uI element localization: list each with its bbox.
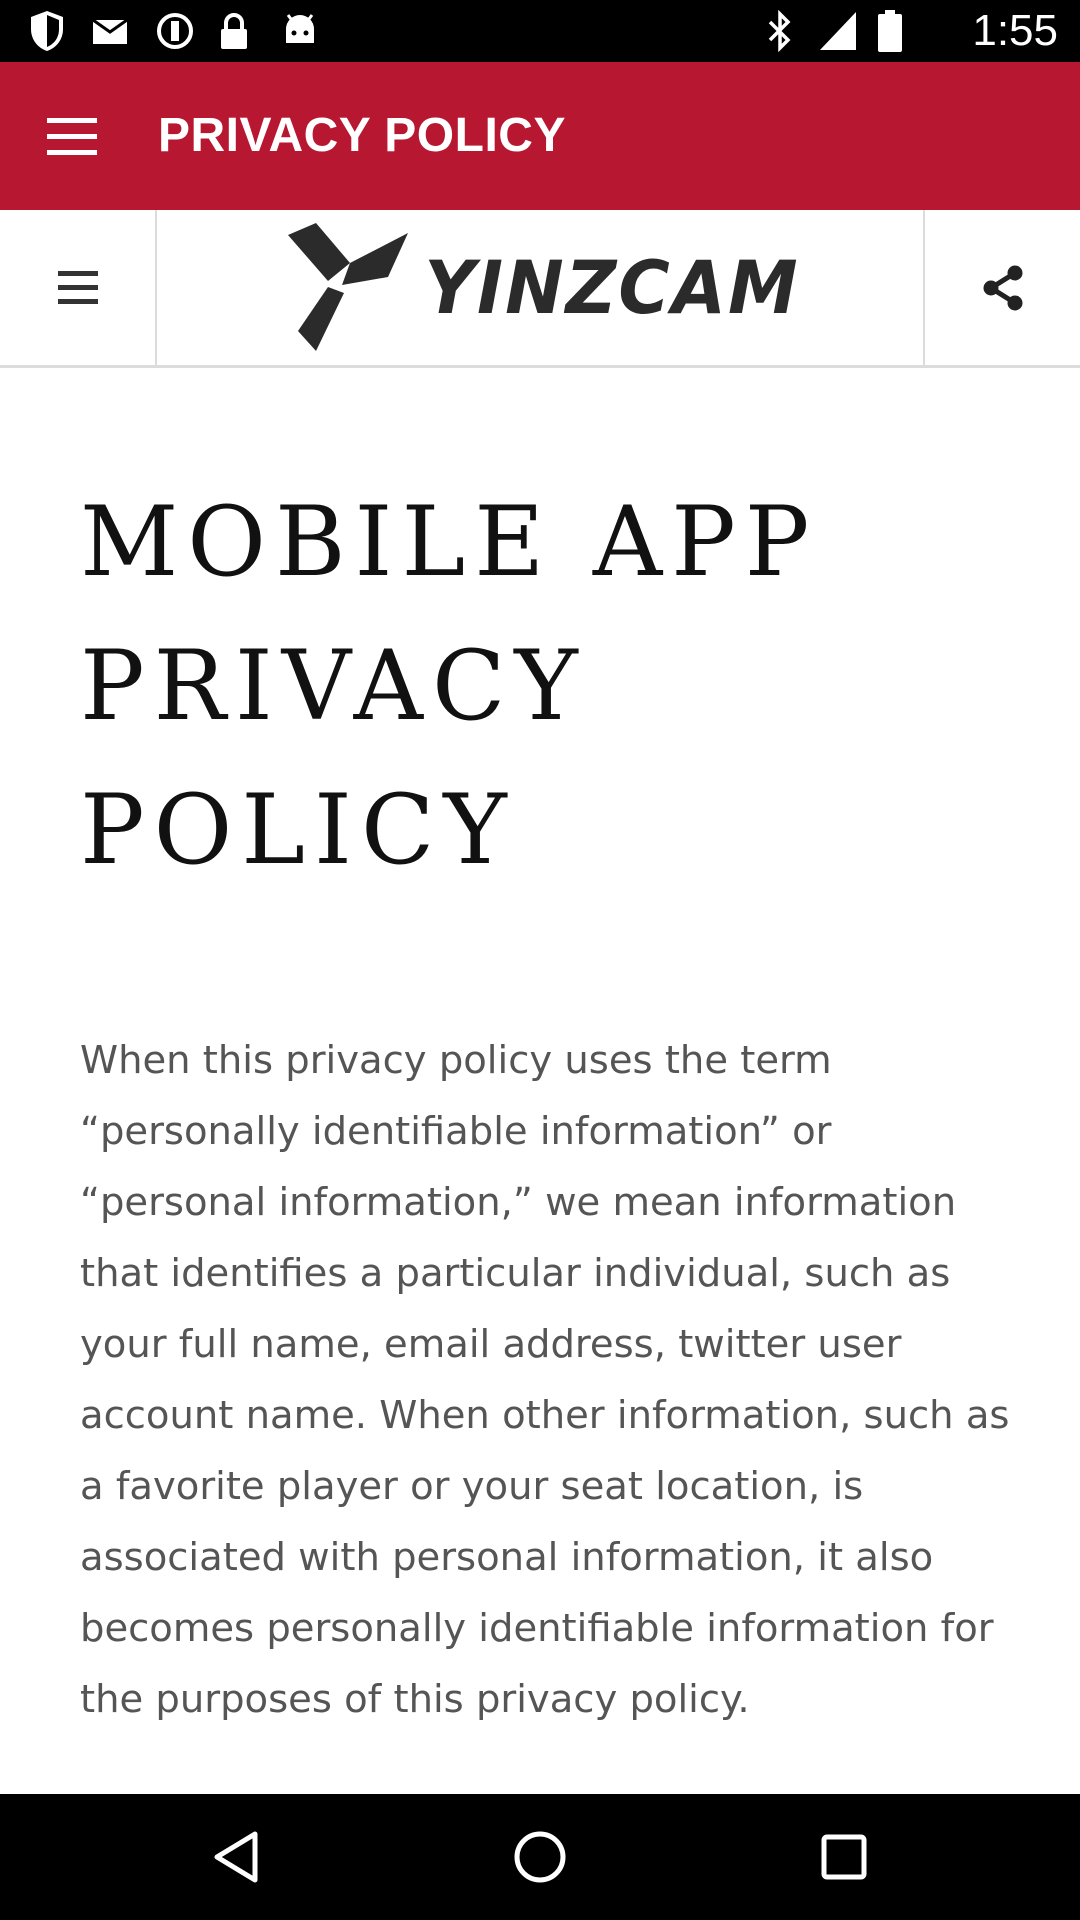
- status-bar: 1:55: [0, 0, 1080, 62]
- drawer-menu-icon[interactable]: [40, 106, 104, 166]
- app-title: PRIVACY POLICY: [158, 109, 566, 162]
- navigation-bar: [0, 1794, 1080, 1920]
- page-title: MOBILE APP PRIVACY POLICY: [80, 486, 819, 886]
- yinzcam-logo-mark-icon: [288, 222, 409, 351]
- bluetooth-icon: [760, 0, 800, 62]
- lock-icon: [212, 0, 256, 62]
- yinzcam-logo: YINZCAM: [157, 210, 923, 365]
- battery-icon: [872, 0, 908, 62]
- web-header: YINZCAM: [0, 210, 1080, 368]
- recents-icon[interactable]: [784, 1794, 904, 1920]
- app-bar: PRIVACY POLICY: [0, 62, 1080, 210]
- status-time: 1:55: [972, 6, 1058, 55]
- signal-icon: [816, 0, 860, 62]
- back-icon[interactable]: [176, 1794, 296, 1920]
- alert-circle-icon: [150, 0, 200, 62]
- share-button[interactable]: [923, 210, 1080, 365]
- home-icon[interactable]: [480, 1794, 600, 1920]
- policy-paragraph: When this privacy policy uses the term “…: [80, 1038, 1010, 1722]
- web-menu-icon[interactable]: [0, 210, 157, 365]
- shield-notification-icon: [22, 0, 72, 62]
- logo-text: YINZCAM: [424, 244, 800, 331]
- android-icon: [278, 0, 322, 62]
- share-icon: [983, 265, 1022, 310]
- mail-icon: [86, 0, 136, 62]
